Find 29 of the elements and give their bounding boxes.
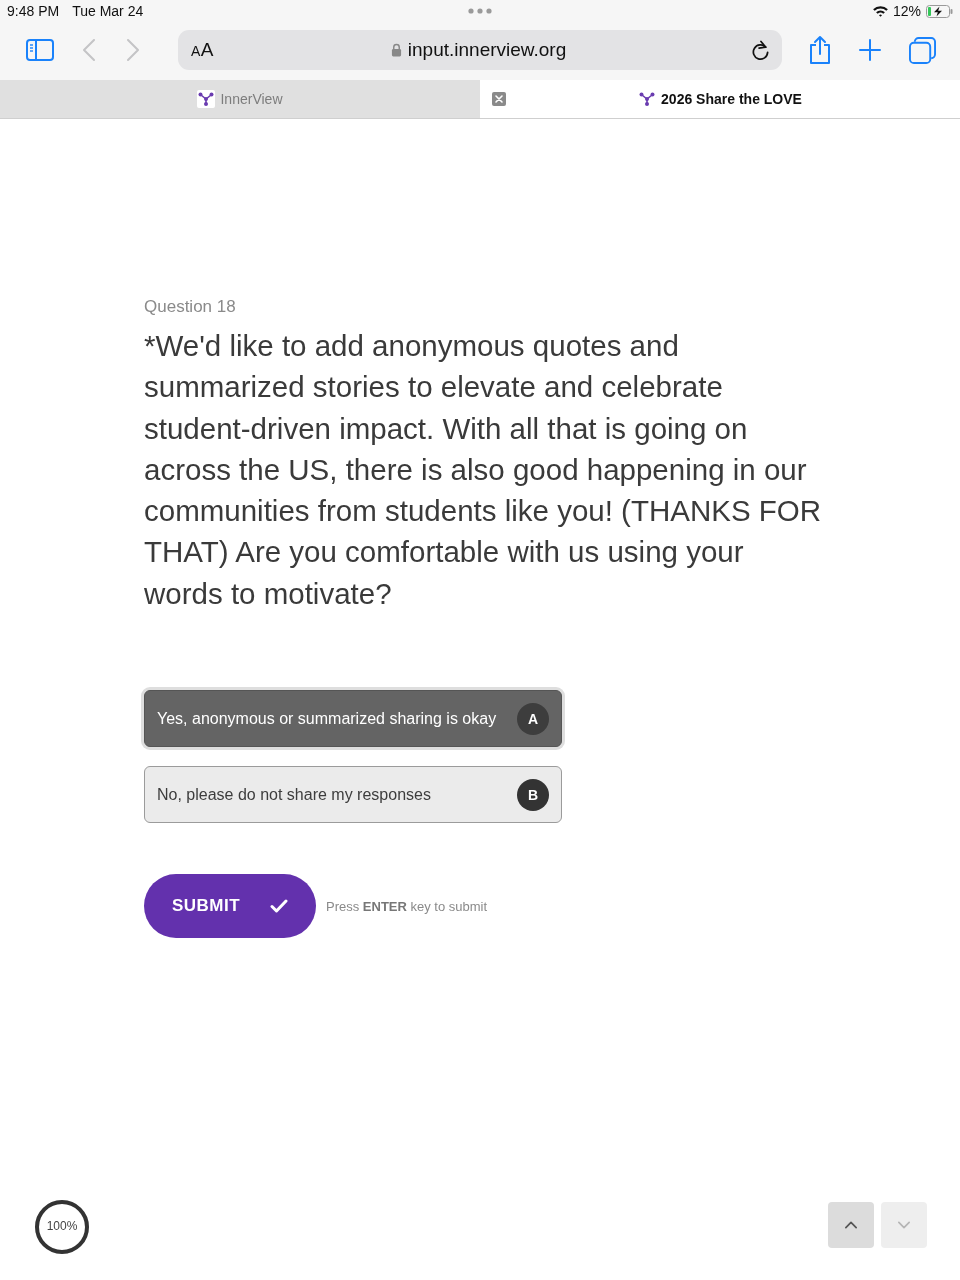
chevron-up-icon bbox=[843, 1219, 859, 1231]
submit-hint: Press ENTER key to submit bbox=[326, 898, 488, 914]
close-tab-icon[interactable] bbox=[492, 92, 506, 106]
check-icon bbox=[270, 899, 289, 914]
site-logo-icon bbox=[197, 90, 216, 108]
question-number: Question 18 bbox=[144, 297, 236, 317]
status-time: 9:48 PM bbox=[7, 3, 60, 19]
url-text[interactable]: input.innerview.org bbox=[407, 39, 567, 61]
key-hint-badge: A bbox=[517, 702, 549, 735]
status-date: Tue Mar 24 bbox=[72, 3, 144, 19]
share-icon[interactable] bbox=[808, 35, 832, 65]
more-dots-icon[interactable] bbox=[468, 8, 492, 14]
submit-button[interactable]: SUBMIT bbox=[144, 874, 316, 939]
address-bar[interactable]: AA input.innerview.org bbox=[178, 30, 782, 70]
wifi-icon bbox=[871, 5, 889, 17]
reload-icon[interactable] bbox=[751, 39, 770, 61]
sidebar-icon[interactable] bbox=[26, 39, 54, 61]
answer-option[interactable]: No, please do not share my responses B bbox=[144, 766, 562, 824]
site-logo-icon bbox=[638, 90, 657, 108]
text-size-button[interactable]: AA bbox=[191, 39, 215, 61]
chevron-down-icon bbox=[896, 1219, 912, 1231]
progress-percentage: 100% bbox=[45, 1219, 79, 1233]
tabs-overview-icon[interactable] bbox=[909, 36, 936, 64]
question-text: *We'd like to add anonymous quotes and summarized stories to elevate and celebrate student-driven impact. With all that is going on across the US, there is also good happening in our communities from students like you! (THANKS FOR THAT) Are you comfortable with us using your words to motivate? bbox=[144, 328, 823, 612]
new-tab-icon[interactable] bbox=[859, 39, 881, 61]
answer-option[interactable]: Yes, anonymous or summarized sharing is okay A bbox=[144, 690, 562, 748]
key-hint-badge: B bbox=[517, 778, 549, 811]
battery-percentage: 12% bbox=[892, 3, 921, 19]
tab-title[interactable]: 2026 Share the LOVE bbox=[661, 91, 802, 107]
